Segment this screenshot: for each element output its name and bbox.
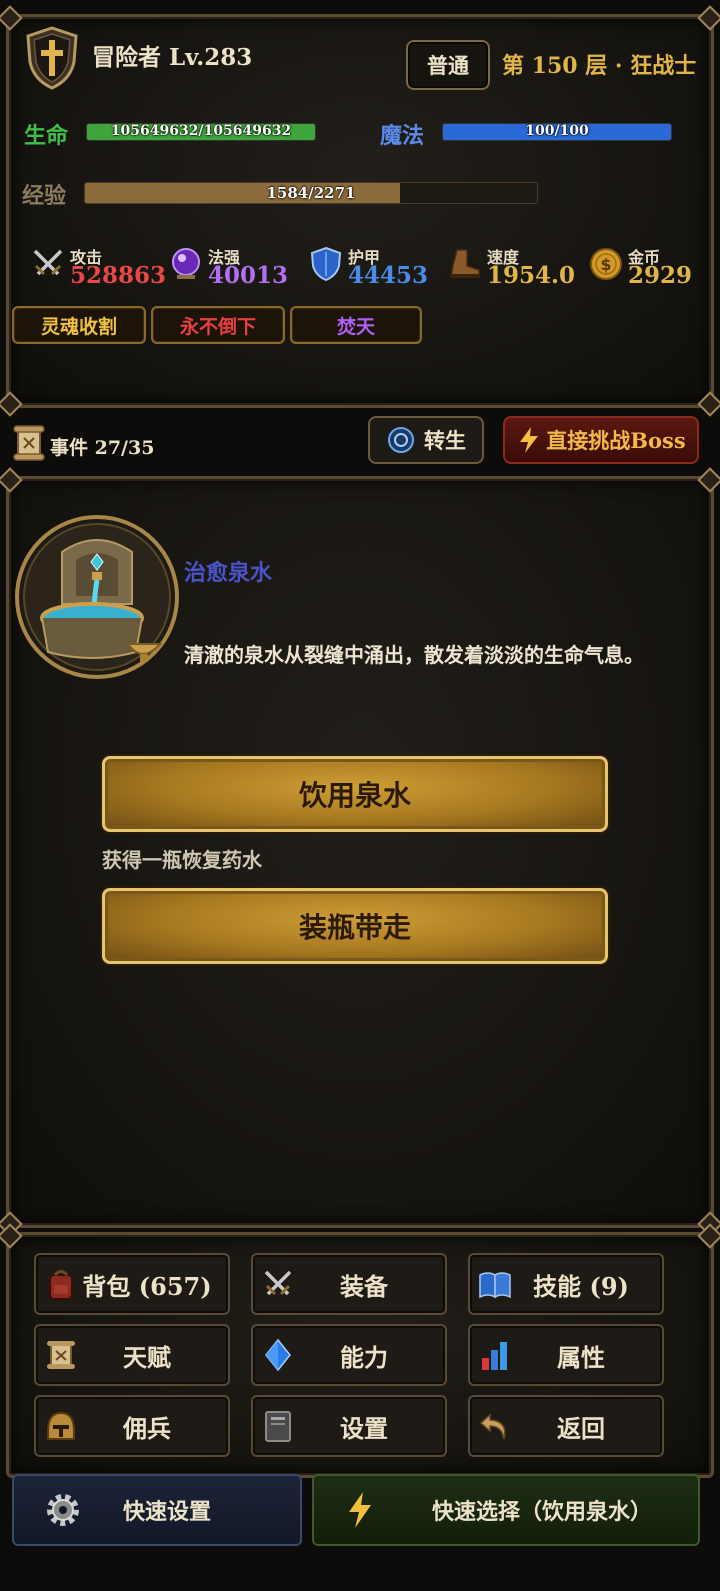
rebirth-label: 转生 [424, 428, 466, 453]
quick-select-button[interactable]: 快速选择（饮用泉水） [312, 1474, 700, 1546]
equipment-button[interactable]: 装备 [251, 1253, 447, 1315]
class-emblem-icon [26, 26, 78, 90]
difficulty-button[interactable]: 普通 [406, 40, 490, 90]
lightning-icon [349, 1492, 371, 1528]
quick-settings-button[interactable]: 快速设置 [12, 1474, 302, 1546]
settings-button[interactable]: 设置 [251, 1395, 447, 1457]
stat-value: 40013 [208, 262, 289, 289]
equipment-label: 装备 [340, 1271, 388, 1301]
stat-value: 1954.0 [487, 262, 576, 289]
talent-button[interactable]: 天赋 [34, 1324, 230, 1386]
choice-bottle-button[interactable]: 装瓶带走 [102, 888, 608, 964]
mercenary-button[interactable]: 佣兵 [34, 1395, 230, 1457]
exp-bar-text: 1584/2271 [266, 184, 356, 202]
hp-label: 生命 [24, 123, 69, 149]
exp-bar: 1584/2271 [84, 182, 538, 204]
event-title: 治愈泉水 [184, 560, 273, 586]
hp-bar: 105649632/105649632 [86, 123, 316, 141]
mp-label: 魔法 [380, 123, 425, 149]
coin-icon: $ [590, 248, 622, 280]
stat-value: 2929 [628, 262, 693, 289]
healing-fountain-icon [15, 515, 179, 679]
corner-ornament [697, 391, 720, 417]
skill-tag-never-fall[interactable]: 永不倒下 [151, 306, 285, 344]
ability-button[interactable]: 能力 [251, 1324, 447, 1386]
mp-bar-text: 100/100 [525, 123, 589, 139]
settings-label: 设置 [340, 1413, 388, 1443]
ability-label: 能力 [340, 1342, 388, 1372]
attributes-label: 属性 [557, 1342, 605, 1372]
quick-select-label: 快速选择（饮用泉水） [431, 1499, 652, 1525]
skills-label: 技能 (9) [533, 1271, 629, 1301]
skill-tag-soul-harvest[interactable]: 灵魂收割 [12, 306, 146, 344]
corner-ornament [0, 467, 23, 493]
shield-icon [310, 246, 342, 282]
skills-button[interactable]: 技能 (9) [468, 1253, 664, 1315]
talent-label: 天赋 [123, 1342, 171, 1372]
svg-text:$: $ [600, 255, 611, 274]
stat-value: 44453 [348, 262, 429, 289]
boot-icon [450, 249, 480, 278]
player-name-level: 冒险者 Lv.283 [92, 44, 253, 71]
stat-gold: $ 金币 2929 [588, 240, 698, 290]
choice-drink-hint: 获得一瓶恢复药水 [102, 848, 262, 872]
stat-speed: 速度 1954.0 [447, 240, 577, 290]
attributes-button[interactable]: 属性 [468, 1324, 664, 1386]
corner-ornament [0, 5, 23, 31]
stat-attack: 攻击 528863 [30, 240, 167, 290]
exp-label: 经验 [22, 183, 67, 209]
mp-bar: 100/100 [442, 123, 672, 141]
mercenary-label: 佣兵 [123, 1413, 171, 1443]
magic-orb-icon [172, 248, 200, 279]
skill-tag-burn-sky[interactable]: 焚天 [290, 306, 422, 344]
stat-armor: 护甲 44453 [308, 240, 433, 290]
rebirth-button[interactable]: 转生 [368, 416, 484, 464]
back-label: 返回 [557, 1413, 605, 1443]
quick-settings-label: 快速设置 [122, 1499, 211, 1525]
floor-class-label: 第 150 层 · 狂战士 [502, 53, 697, 79]
event-description: 清澈的泉水从裂缝中涌出，散发着淡淡的生命气息。 [184, 643, 644, 667]
challenge-boss-label: 直接挑战Boss [546, 428, 686, 453]
hp-bar-text: 105649632/105649632 [110, 123, 292, 139]
corner-ornament [0, 391, 23, 417]
stat-value: 528863 [70, 262, 167, 289]
challenge-boss-button[interactable]: 直接挑战Boss [503, 416, 699, 464]
rebirth-icon [388, 427, 414, 453]
corner-ornament [697, 467, 720, 493]
backpack-button[interactable]: 背包 (657) [34, 1253, 230, 1315]
stat-magic-power: 法强 40013 [168, 240, 293, 290]
choice-drink-button[interactable]: 饮用泉水 [102, 756, 608, 832]
backpack-label: 背包 (657) [82, 1271, 212, 1301]
swords-icon [33, 249, 63, 276]
scroll-icon [13, 425, 45, 461]
lightning-icon [520, 427, 539, 453]
corner-ornament [697, 5, 720, 31]
back-button[interactable]: 返回 [468, 1395, 664, 1457]
event-counter: 事件 27/35 [50, 437, 155, 459]
